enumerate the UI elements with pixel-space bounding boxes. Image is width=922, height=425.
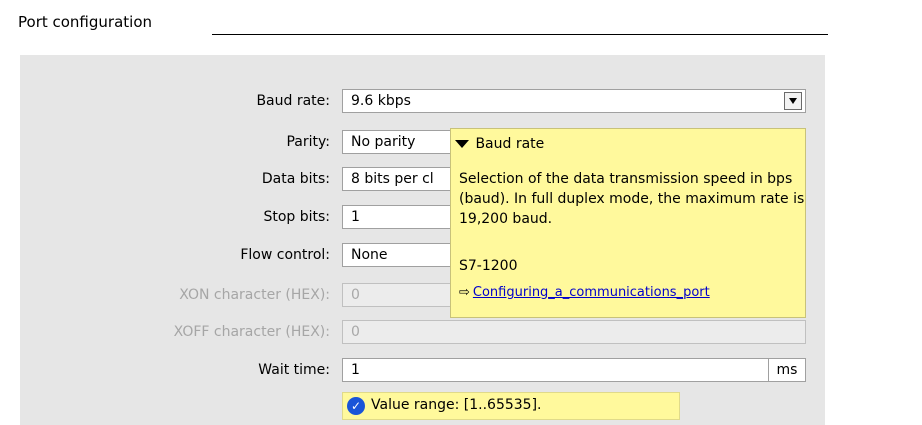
stop-bits-label: Stop bits: [263, 209, 330, 225]
xon-character-label: XON character (HEX): [179, 287, 330, 303]
baud-rate-value: 9.6 kbps [351, 93, 411, 109]
value-range-text: Value range: [1..65535]. [371, 397, 542, 413]
stop-bits-value: 1 [351, 209, 360, 225]
data-bits-label-cell: Data bits: [120, 166, 330, 192]
parity-label-cell: Parity: [120, 129, 330, 155]
check-icon: ✓ [347, 397, 365, 415]
value-range-hint: ✓ Value range: [1..65535]. [342, 392, 680, 420]
wait-time-label-cell: Wait time: [120, 357, 330, 383]
wait-time-input[interactable]: 1 ms [342, 358, 806, 382]
flow-control-label-cell: Flow control: [120, 242, 330, 268]
tooltip-line: (baud). In full duplex mode, the maximum… [459, 191, 805, 207]
xoff-character-value: 0 [351, 324, 360, 340]
caret-down-icon [455, 140, 469, 148]
baud-rate-label-cell: Baud rate: [120, 88, 330, 114]
wait-time-label: Wait time: [258, 362, 330, 378]
configure-port-link[interactable]: Configuring_a_communications_port [473, 285, 710, 300]
flow-control-value: None [351, 247, 388, 263]
tooltip-line: 19,200 baud. [459, 211, 553, 227]
tooltip-header[interactable]: Baud rate [455, 136, 544, 152]
parity-value: No parity [351, 134, 416, 150]
xon-character-value: 0 [351, 287, 360, 303]
wait-time-unit: ms [768, 359, 805, 381]
baud-rate-dropdown-arrow[interactable] [784, 92, 802, 110]
xoff-character-label: XOFF character (HEX): [173, 324, 330, 340]
baud-rate-dropdown[interactable]: 9.6 kbps [342, 89, 806, 113]
stop-bits-label-cell: Stop bits: [120, 204, 330, 230]
arrow-right-icon: ⇨ [459, 285, 470, 300]
tooltip-line: Selection of the data transmission speed… [459, 171, 793, 187]
data-bits-label: Data bits: [261, 171, 330, 187]
tooltip-title: Baud rate [475, 136, 545, 152]
section-divider [212, 34, 828, 35]
xon-label-cell: XON character (HEX): [120, 282, 330, 308]
baud-rate-tooltip: Baud rate Selection of the data transmis… [450, 128, 806, 318]
wait-time-value: 1 [351, 362, 360, 378]
tooltip-device: S7-1200 [459, 258, 518, 274]
section-title: Port configuration [18, 13, 153, 31]
parity-label: Parity: [286, 134, 330, 150]
xoff-character-field: 0 [342, 320, 806, 344]
data-bits-value: 8 bits per cl [351, 171, 434, 187]
flow-control-label: Flow control: [240, 247, 330, 263]
xoff-label-cell: XOFF character (HEX): [120, 319, 330, 345]
baud-rate-label: Baud rate: [256, 93, 330, 109]
